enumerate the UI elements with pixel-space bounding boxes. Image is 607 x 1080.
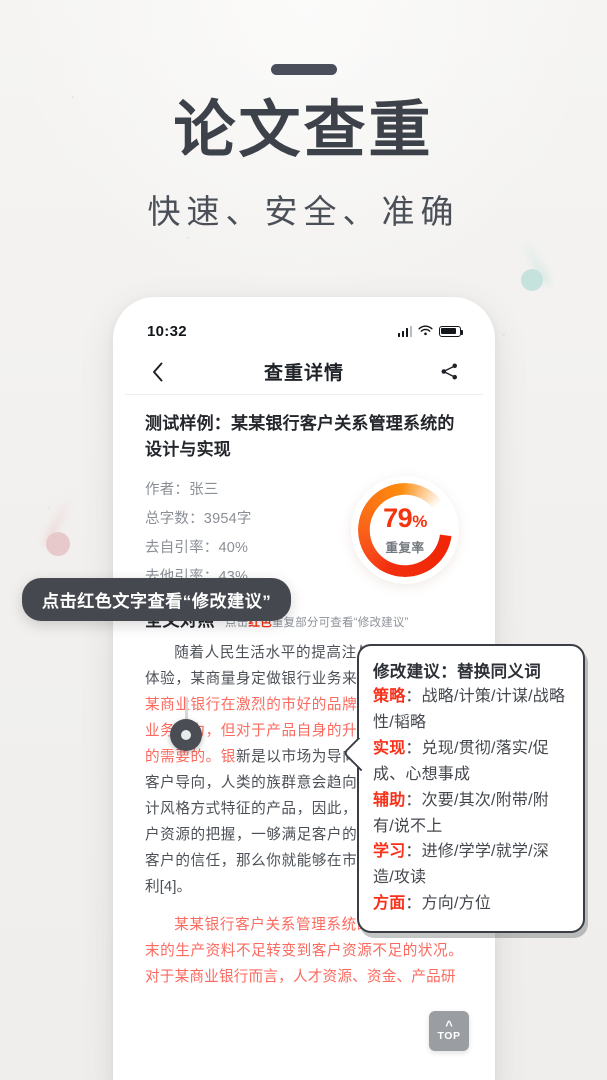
battery-icon <box>439 325 464 337</box>
meta-self-citation: 去自引率：40% <box>145 540 249 556</box>
share-icon <box>442 363 458 380</box>
document-meta-list: 作者：张三 总字数：3954字 去自引率：40% 去他引率：43% <box>145 476 252 592</box>
status-time: 10:32 <box>147 322 187 340</box>
cursor-ring <box>170 719 202 751</box>
scroll-to-top-button[interactable]: ^ TOP <box>429 1011 469 1051</box>
nav-bar: 查重详情 <box>125 349 483 395</box>
back-button[interactable] <box>145 359 171 385</box>
page-title: 论文查重 <box>173 93 434 166</box>
suggestion-entry: 方面：方向/方位 <box>373 895 492 913</box>
page-subtitle: 快速、安全、准确 <box>147 192 460 231</box>
nav-title: 查重详情 <box>263 363 344 384</box>
donut-center: 79% 重复率 <box>351 476 459 584</box>
chevron-left-icon <box>153 362 163 381</box>
signal-bars-icon <box>397 325 412 337</box>
title-rule-bar <box>270 64 337 75</box>
document-title: 测试样例：某某银行客户关系管理系统的设计与实现 <box>145 414 455 459</box>
popup-title: 修改建议：替换同义词 <box>373 663 541 681</box>
suggestion-entry: 策略：战略/计策/计谋/战略性/韬略 <box>373 688 566 731</box>
share-button[interactable] <box>437 359 463 385</box>
meta-word-count: 总字数：3954字 <box>145 511 252 527</box>
status-icons <box>397 325 464 337</box>
report-summary: 测试样例：某某银行客户关系管理系统的设计与实现 作者：张三 总字数：3954字 … <box>125 395 483 598</box>
wifi-icon <box>418 325 433 336</box>
suggestion-entry: 辅助：次要/其次/附带/附有/说不上 <box>373 791 549 835</box>
chevron-up-icon: ^ <box>445 1017 453 1033</box>
similarity-donut-chart: 79% 重复率 <box>351 476 459 584</box>
hint-tooltip: 点击红色文字查看“修改建议” <box>22 578 292 621</box>
phone-notch <box>229 309 379 333</box>
popup-pointer <box>342 738 364 778</box>
donut-value: 79% <box>383 502 427 533</box>
tap-cursor-indicator <box>170 697 202 751</box>
suggestion-entry: 学习：进修/学学/就学/深造/攻读 <box>373 843 549 887</box>
meta-author: 作者：张三 <box>145 482 219 498</box>
suggestion-entry: 实现：兑现/贯彻/落实/促成、心想事成 <box>373 739 549 783</box>
donut-label: 重复率 <box>385 540 425 555</box>
revision-suggestion-popup[interactable]: 修改建议：替换同义词 策略：战略/计策/计谋/战略性/韬略 实现：兑现/贯彻/落… <box>342 644 585 934</box>
top-button-label: TOP <box>437 1029 461 1042</box>
meta-and-score: 作者：张三 总字数：3954字 去自引率：40% 去他引率：43% 79% 重复… <box>145 476 463 592</box>
